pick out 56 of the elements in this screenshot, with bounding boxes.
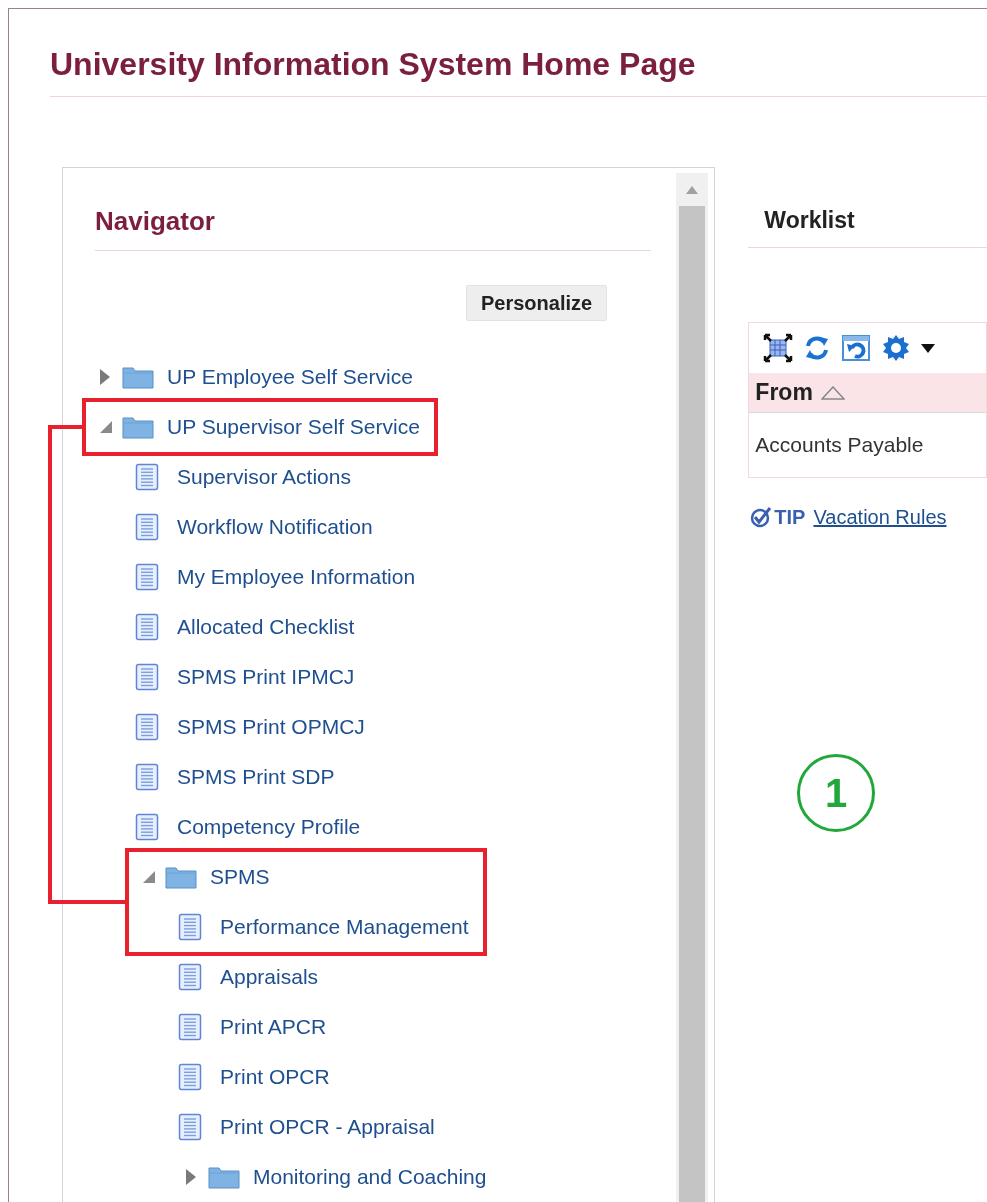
tree-link-item[interactable]: Supervisor Actions [177,461,351,493]
tree-link-item[interactable]: SPMS Print OPMCJ [177,711,365,743]
scroll-up-icon[interactable] [686,186,699,194]
expand-arrow-icon[interactable] [186,1169,196,1185]
expand-arrow-icon[interactable] [100,369,110,385]
page-icon [178,1113,202,1141]
page-icon [178,913,202,941]
column-header[interactable]: From [755,375,813,410]
scrollbar[interactable] [676,173,709,1202]
sort-icon[interactable] [820,385,845,400]
folder-icon [122,415,154,439]
tree-link-item[interactable]: Workflow Notification [177,511,373,543]
collapse-arrow-icon[interactable] [100,421,112,433]
page-icon [178,1063,202,1091]
tree-link-item[interactable]: Appraisals [220,961,319,993]
dropdown-caret-icon[interactable] [921,343,936,353]
tree-folder-item[interactable]: SPMS [210,861,270,893]
collapse-arrow-icon[interactable] [143,871,155,883]
vacation-rules-link[interactable]: Vacation Rules [813,502,947,532]
tree-link-item[interactable]: Print APCR [220,1011,327,1043]
navigator-title: Navigator [95,205,215,238]
settings-icon[interactable] [881,333,912,363]
personalize-button[interactable]: Personalize [466,285,608,321]
tip-check-icon [750,506,773,528]
tree-link-item[interactable]: Print OPCR - Appraisal [220,1111,435,1143]
tip-label: TIP [774,505,806,530]
folder-icon [165,865,197,889]
tree-link-item[interactable]: Competency Profile [177,811,361,843]
page-icon [178,963,202,991]
page-icon [135,463,159,491]
page-icon [135,813,159,841]
tree-link-item[interactable]: Allocated Checklist [177,611,355,643]
table-cell-text: Accounts Payable [755,432,924,459]
tree-link-item[interactable]: SPMS Print SDP [177,761,335,793]
folder-icon [208,1165,240,1189]
page-icon [135,513,159,541]
page-icon [135,763,159,791]
step-number-badge: 1 [797,754,875,832]
page-title: University Information System Home Page [50,45,696,84]
detach-icon[interactable] [763,333,794,363]
scrollbar-thumb[interactable] [679,206,706,1202]
tree-link-item[interactable]: My Employee Information [177,561,416,593]
page-icon [178,1013,202,1041]
tree-link-item[interactable]: Performance Management [220,911,469,943]
page-icon [135,713,159,741]
tree-folder-item[interactable]: UP Employee Self Service [167,361,413,393]
tree-folder-item[interactable]: UP Supervisor Self Service [167,411,420,443]
tree-link-item[interactable]: Print OPCR [220,1061,330,1093]
folder-icon [122,365,154,389]
page-icon [135,563,159,591]
worklist-title: Worklist [764,206,855,235]
reset-icon[interactable] [841,334,872,362]
page-icon [135,663,159,691]
tree-link-item[interactable]: SPMS Print IPMCJ [177,661,355,693]
page-icon [135,613,159,641]
tree-folder-item[interactable]: Monitoring and Coaching [253,1161,487,1193]
